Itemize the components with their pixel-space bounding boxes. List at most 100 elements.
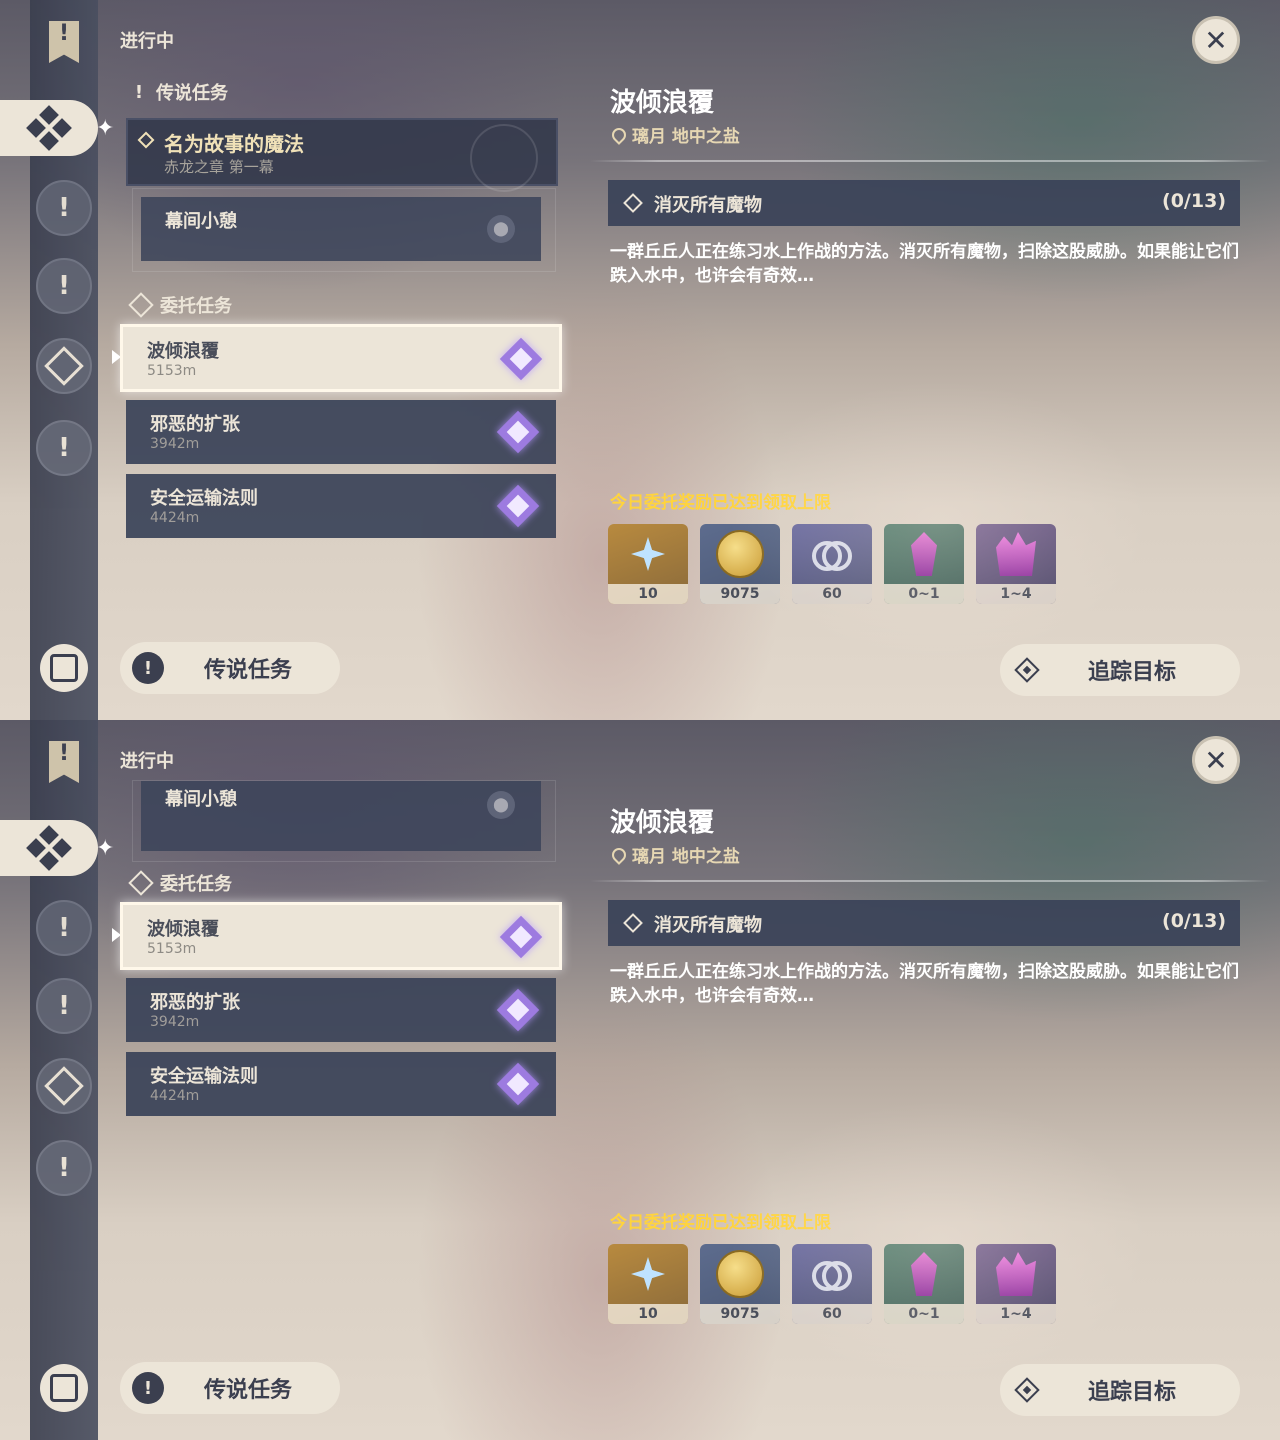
reward-item[interactable]: 1~4 — [976, 524, 1056, 604]
archon-quest-icon: ! — [36, 180, 92, 236]
legend-quest-title: 名为故事的魔法 — [164, 132, 304, 156]
task-item[interactable]: 安全运输法则 4424m — [126, 474, 556, 538]
reward-item[interactable]: 0~1 — [884, 1244, 964, 1324]
task-item[interactable]: 邪恶的扩张 3942m — [126, 400, 556, 464]
story-quest-icon: ! — [36, 258, 92, 314]
reward-amount: 1~4 — [976, 584, 1056, 604]
track-target-button-label: 追踪目标 — [1088, 1380, 1177, 1405]
track-target-button[interactable]: 追踪目标 — [1000, 644, 1240, 696]
commission-section-header: 委托任务 — [128, 870, 232, 896]
quest-book-icon[interactable] — [40, 1364, 88, 1412]
location-pin-icon — [609, 124, 629, 145]
in-progress-icon — [26, 105, 72, 151]
in-progress-icon — [26, 825, 72, 871]
track-target-button[interactable]: 追踪目标 — [1000, 1364, 1240, 1416]
location-pin-icon — [609, 844, 629, 865]
rail-item-archon[interactable]: ! — [36, 180, 92, 236]
quest-location-text: 璃月 地中之盐 — [632, 847, 740, 867]
objective-progress: (0/13) — [1162, 910, 1226, 932]
location-pin-icon[interactable]: ⬤ — [487, 791, 515, 819]
rail-item-archon[interactable]: ! — [36, 900, 92, 956]
crystal-cluster-icon — [996, 1252, 1036, 1296]
close-button[interactable]: ✕ — [1192, 16, 1240, 64]
quest-description: 一群丘丘人正在练习水上作战的方法。消灭所有魔物，扫除这股威胁。如果能让它们跌入水… — [610, 242, 1239, 286]
task-distance: 4424m — [150, 510, 200, 526]
event-quest-icon: ! — [36, 1140, 92, 1196]
task-name: 邪恶的扩张 — [150, 992, 240, 1013]
world-quest-icon — [36, 338, 92, 394]
world-quest-icon — [36, 1058, 92, 1114]
divider — [590, 880, 1270, 882]
legend-quest-button[interactable]: ! 传说任务 — [120, 1362, 340, 1414]
reward-item[interactable]: 9075 — [700, 1244, 780, 1324]
crystal-chunk-icon — [911, 532, 937, 576]
task-name: 安全运输法则 — [150, 488, 258, 509]
event-quest-icon: ! — [36, 420, 92, 476]
task-distance: 3942m — [150, 1014, 200, 1030]
quest-location: 璃月 地中之盐 — [609, 122, 740, 147]
primogem-icon — [631, 537, 665, 571]
commission-icon — [128, 870, 154, 896]
commission-star-icon — [499, 337, 543, 381]
objective-progress: (0/13) — [1162, 190, 1226, 212]
task-name: 波倾浪覆 — [147, 341, 219, 362]
quest-book-icon[interactable] — [40, 644, 88, 692]
rail-item-event[interactable]: ! — [36, 420, 92, 476]
sparkle-icon: ✦ — [96, 116, 115, 141]
rail-item-story[interactable]: ! — [36, 978, 92, 1034]
task-item[interactable]: 安全运输法则 4424m — [126, 1052, 556, 1116]
reward-list: 10 9075 60 0~1 1~4 — [608, 524, 1056, 604]
reward-amount: 0~1 — [884, 584, 964, 604]
task-distance: 5153m — [147, 363, 197, 379]
objective-bar: 消灭所有魔物 (0/13) — [608, 900, 1240, 946]
close-button[interactable]: ✕ — [1192, 736, 1240, 784]
reward-item[interactable]: 60 — [792, 524, 872, 604]
legend-quest-icon: ! — [134, 81, 144, 103]
commission-section-label: 委托任务 — [160, 874, 232, 895]
legend-quest-icon: ! — [132, 652, 164, 684]
reward-item[interactable]: 10 — [608, 524, 688, 604]
reward-limit-note: 今日委托奖励已达到领取上限 — [610, 493, 831, 513]
reward-item[interactable]: 0~1 — [884, 524, 964, 604]
legend-subquest-card[interactable]: 幕间小憩 ⬤ — [132, 188, 556, 272]
archon-quest-icon: ! — [36, 900, 92, 956]
status-label: 进行中 — [120, 751, 174, 772]
quest-detail-title: 波倾浪覆 — [610, 88, 715, 118]
rail-item-in-progress[interactable] — [0, 100, 98, 156]
legend-quest-button[interactable]: ! 传说任务 — [120, 642, 340, 694]
commission-star-icon — [496, 988, 540, 1032]
rail-item-story[interactable]: ! — [36, 258, 92, 314]
rail-item-banner[interactable]: ! — [36, 734, 92, 790]
legend-subquest-card[interactable]: 幕间小憩 ⬤ — [132, 780, 556, 862]
location-pin-icon[interactable]: ⬤ — [487, 215, 515, 243]
crystal-chunk-icon — [911, 1252, 937, 1296]
task-item[interactable]: 波倾浪覆 5153m — [120, 324, 562, 392]
task-distance: 5153m — [147, 941, 197, 957]
quest-location: 璃月 地中之盐 — [609, 842, 740, 867]
reward-amount: 1~4 — [976, 1304, 1056, 1324]
rail-item-banner[interactable]: ! — [36, 14, 92, 70]
legend-subquest-title: 幕间小憩 — [165, 211, 237, 232]
task-name: 安全运输法则 — [150, 1066, 258, 1087]
commission-icon — [128, 292, 154, 318]
rail-item-in-progress[interactable] — [0, 820, 98, 876]
quest-location-text: 璃月 地中之盐 — [632, 127, 740, 147]
objective-bar: 消灭所有魔物 (0/13) — [608, 180, 1240, 226]
reward-item[interactable]: 9075 — [700, 524, 780, 604]
primogem-icon — [631, 1257, 665, 1291]
rail-item-world[interactable] — [36, 1058, 92, 1114]
banner-icon: ! — [49, 21, 79, 63]
track-target-button-label: 追踪目标 — [1088, 660, 1177, 685]
reward-item[interactable]: 10 — [608, 1244, 688, 1324]
rail-item-event[interactable]: ! — [36, 1140, 92, 1196]
legend-quest-card[interactable]: 名为故事的魔法 赤龙之章 第一幕 — [126, 118, 558, 192]
reward-item[interactable]: 1~4 — [976, 1244, 1056, 1324]
story-quest-icon: ! — [36, 978, 92, 1034]
reward-item[interactable]: 60 — [792, 1244, 872, 1324]
mora-icon — [716, 1250, 764, 1298]
task-item[interactable]: 波倾浪覆 5153m — [120, 902, 562, 970]
task-item[interactable]: 邪恶的扩张 3942m — [126, 978, 556, 1042]
legend-quest-icon: ! — [132, 1372, 164, 1404]
crystal-cluster-icon — [996, 532, 1036, 576]
rail-item-world[interactable] — [36, 338, 92, 394]
